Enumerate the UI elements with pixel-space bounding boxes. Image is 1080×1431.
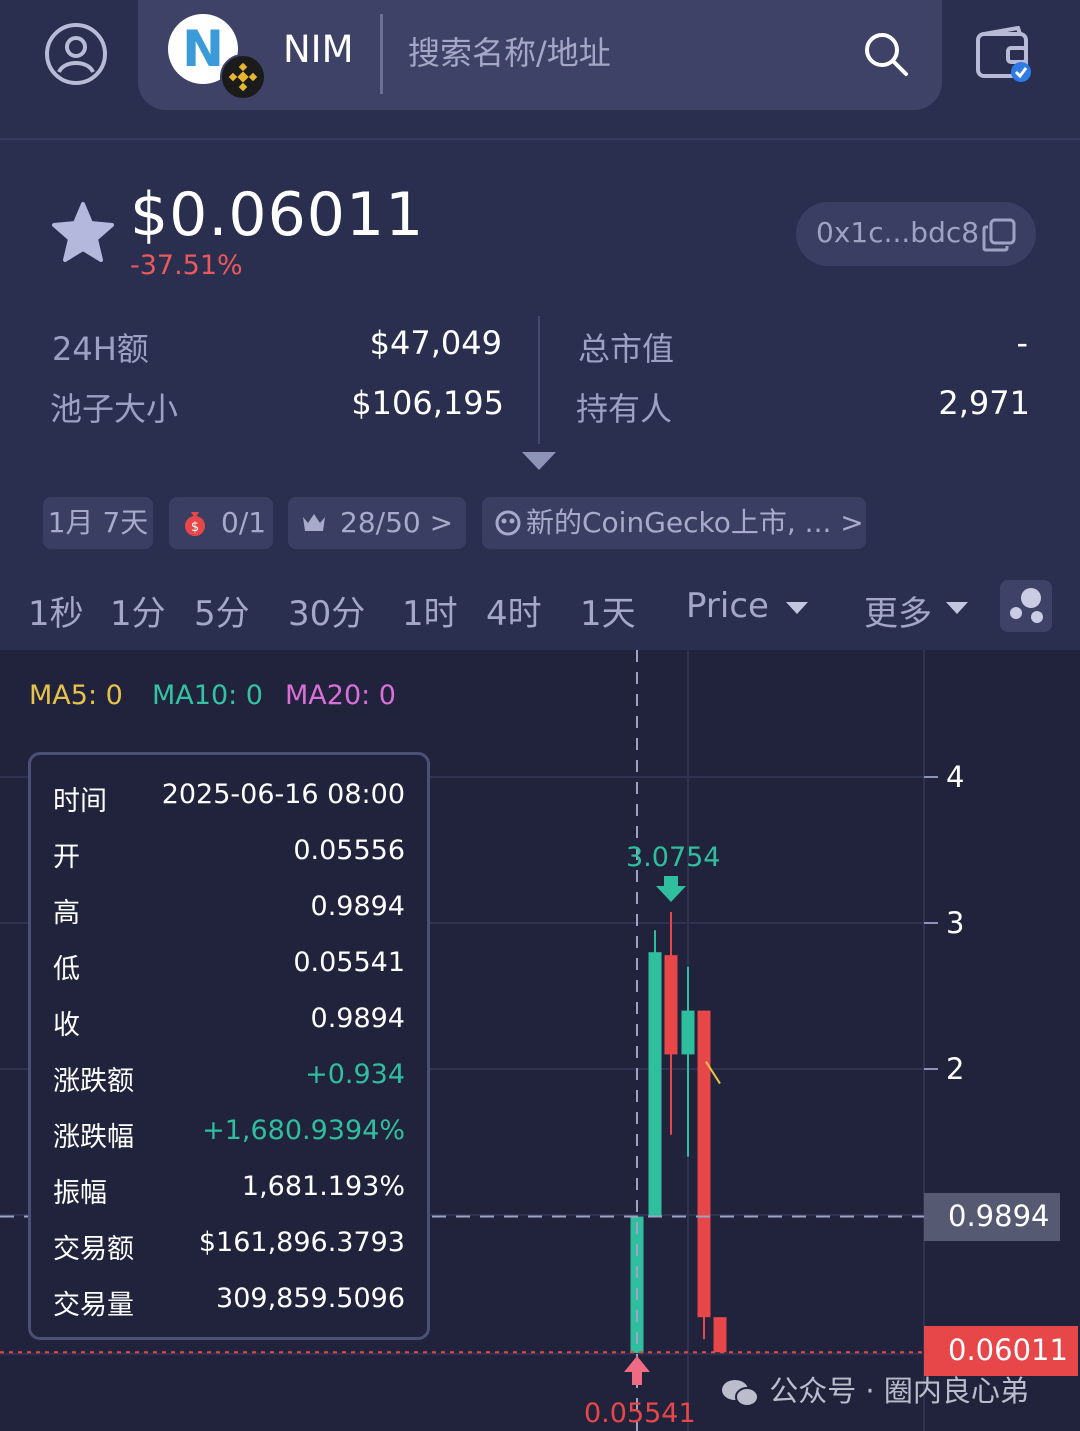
- chevron-down-icon: [786, 602, 808, 614]
- chevron-down-icon: [946, 602, 968, 614]
- price-change: -37.51%: [130, 250, 243, 281]
- y-axis-tick: 4: [946, 760, 965, 794]
- volume-label: 24H额: [52, 330, 149, 368]
- news-tag[interactable]: 新的CoinGecko上市, ... >: [482, 497, 866, 549]
- wallet-button[interactable]: [974, 25, 1036, 84]
- tab-1d[interactable]: 1天: [580, 586, 636, 635]
- holders-value: 2,971: [938, 384, 1030, 422]
- candle-body: [713, 1317, 727, 1353]
- profile-button[interactable]: [44, 22, 108, 86]
- favorite-star-icon[interactable]: [50, 200, 116, 266]
- search-input[interactable]: [408, 28, 848, 78]
- tab-5m[interactable]: 5分: [194, 586, 250, 635]
- ma10-indicator: MA10: 0: [152, 680, 263, 711]
- low-marker-label: 0.05541: [584, 1398, 696, 1429]
- token-age-tag[interactable]: 1月 7天: [43, 497, 153, 549]
- wallet-icon: [976, 25, 1031, 82]
- candle-body: [664, 955, 678, 1055]
- token-search-bar: N NIM: [138, 0, 942, 110]
- token-symbol: NIM: [283, 28, 354, 71]
- svg-text:$: $: [191, 520, 199, 535]
- tab-1m[interactable]: 1分: [110, 586, 166, 635]
- low-marker-arrow-icon: [624, 1356, 650, 1385]
- candle-body: [697, 1010, 711, 1318]
- last-price-text: 0.06011: [948, 1333, 1068, 1367]
- copy-icon[interactable]: [982, 218, 1016, 252]
- price-type-dropdown[interactable]: Price: [686, 586, 769, 626]
- more-dropdown[interactable]: 更多: [864, 586, 932, 635]
- market-cap-value: -: [1016, 324, 1028, 362]
- contract-address: 0x1c...bdc8: [816, 216, 980, 249]
- rank-text: 28/50 >: [340, 506, 454, 539]
- gecko-icon: [495, 510, 521, 536]
- candle-body: [648, 952, 662, 1217]
- header-divider: [0, 138, 1080, 140]
- wechat-icon: [722, 1380, 759, 1407]
- tax-text: 0/1: [221, 506, 267, 539]
- search-divider: [380, 14, 383, 94]
- market-cap-label: 总市值: [578, 330, 675, 368]
- tooltip-row-open: 开 0.05556: [53, 835, 405, 873]
- holders-label: 持有人: [576, 390, 673, 428]
- volume-value: $47,049: [369, 324, 502, 362]
- high-marker-label: 3.0754: [626, 842, 721, 873]
- tab-30m[interactable]: 30分: [288, 586, 365, 635]
- rank-tag[interactable]: 28/50 >: [288, 497, 466, 549]
- expand-stats-arrow-icon[interactable]: [522, 452, 556, 470]
- tooltip-row-low: 低 0.05541: [53, 947, 405, 985]
- ohlc-tooltip: 时间 2025-06-16 08:00 开 0.05556 高 0.9894 低…: [28, 752, 430, 1340]
- ma5-indicator: MA5: 0: [29, 680, 123, 711]
- candles: [630, 911, 727, 1353]
- token-age-text: 1月 7天: [47, 506, 149, 539]
- search-icon[interactable]: [862, 30, 910, 78]
- tooltip-row-change-pct: 涨跌幅 +1,680.9394%: [53, 1115, 405, 1153]
- user-icon: [45, 23, 107, 85]
- watermark-text: 公众号 · 圈内良心弟: [769, 1374, 1029, 1408]
- tooltip-row-close: 收 0.9894: [53, 1003, 405, 1041]
- tooltip-row-high: 高 0.9894: [53, 891, 405, 929]
- money-bag-icon: $: [185, 512, 205, 536]
- tooltip-row-volume: 交易量 309,859.5096: [53, 1283, 405, 1321]
- tab-1s[interactable]: 1秒: [28, 586, 84, 635]
- high-marker-arrow-icon: [656, 876, 686, 902]
- pool-label: 池子大小: [50, 390, 179, 428]
- tab-1h[interactable]: 1时: [402, 586, 458, 635]
- y-axis-tick: 3: [946, 906, 965, 940]
- crosshair-price-label: 0.9894: [924, 1193, 1060, 1241]
- pool-value: $106,195: [351, 384, 504, 422]
- crown-icon: [303, 514, 325, 531]
- watermark: 公众号 · 圈内良心弟: [720, 1368, 1029, 1410]
- crosshair-price-text: 0.9894: [948, 1199, 1050, 1233]
- tooltip-row-time: 时间 2025-06-16 08:00: [53, 779, 405, 817]
- candle-body: [681, 1010, 695, 1055]
- contract-address-chip[interactable]: 0x1c...bdc8: [796, 202, 1036, 266]
- tax-tag[interactable]: $ 0/1: [169, 497, 273, 549]
- token-price: $0.06011: [130, 180, 425, 250]
- tooltip-row-turnover: 交易额 $161,896.3793: [53, 1227, 405, 1265]
- news-text: 新的CoinGecko上市, ... >: [526, 506, 864, 539]
- tooltip-row-amplitude: 振幅 1,681.193%: [53, 1171, 405, 1209]
- ma20-indicator: MA20: 0: [285, 680, 396, 711]
- tab-4h[interactable]: 4时: [486, 586, 542, 635]
- stats-divider: [538, 316, 540, 444]
- indicator-icon: [1010, 588, 1043, 623]
- y-axis-tick: 2: [946, 1052, 965, 1086]
- tooltip-row-change: 涨跌额 +0.934: [53, 1059, 405, 1097]
- bnb-chain-icon: [220, 54, 266, 100]
- indicator-settings-button[interactable]: [1000, 580, 1052, 632]
